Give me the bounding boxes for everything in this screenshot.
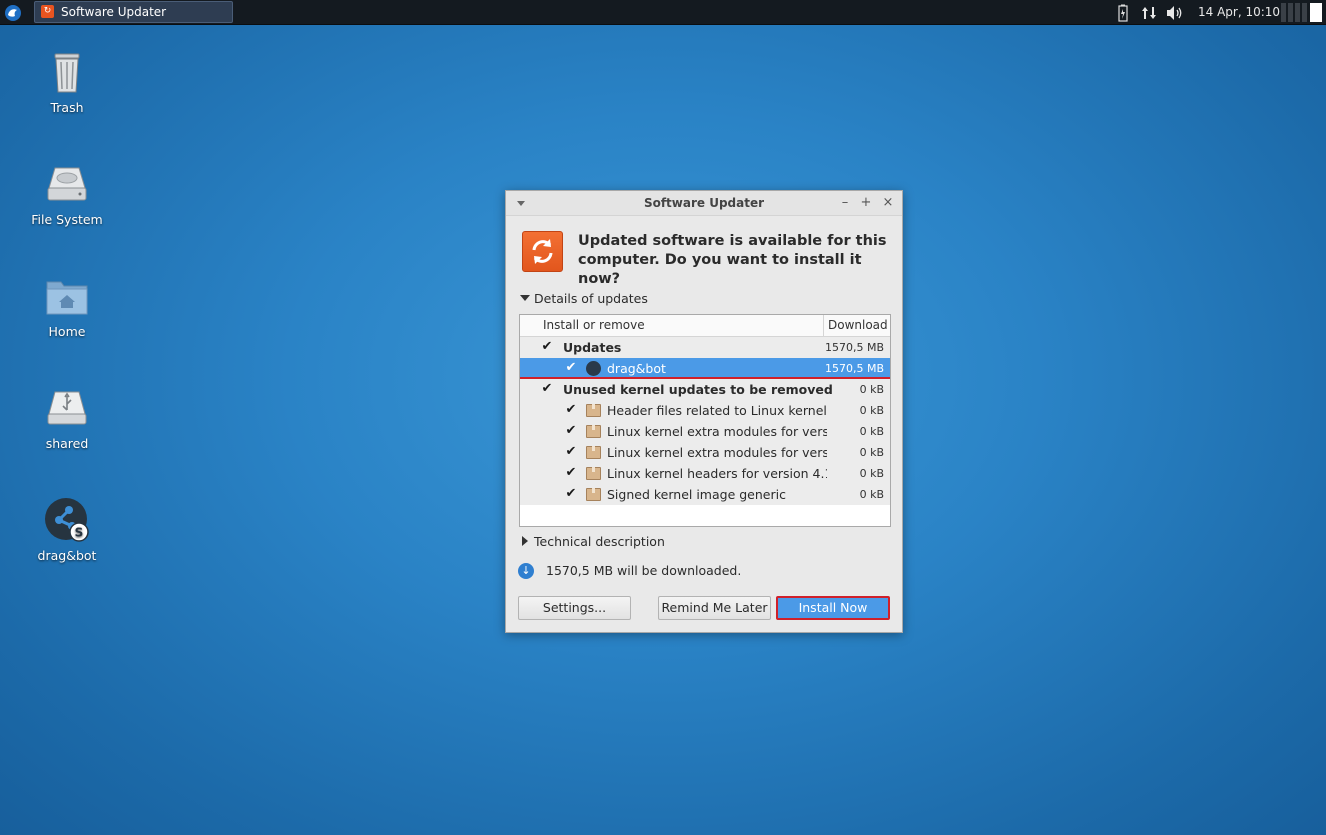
row-label: Updates — [563, 340, 622, 355]
row-size: 0 kB — [859, 467, 884, 480]
taskbar-button-software-updater[interactable]: ↻ Software Updater — [34, 1, 233, 23]
workspace-3[interactable] — [1295, 3, 1300, 22]
update-available-icon — [522, 231, 563, 272]
clock[interactable]: 14 Apr, 10:10 — [1198, 0, 1280, 25]
tree-row-kernel-item[interactable]: ✔ Signed kernel image generic 0 kB — [520, 484, 890, 505]
workspace-active[interactable] — [1310, 3, 1322, 22]
dragandbot-small-icon — [586, 361, 601, 376]
taskbar-button-label: Software Updater — [61, 5, 167, 19]
row-label: Linux kernel headers for version 4.1... — [607, 466, 827, 481]
workspace-4[interactable] — [1302, 3, 1307, 22]
hard-drive-icon — [43, 160, 91, 208]
desktop-icon-label: Home — [48, 324, 86, 339]
top-panel: ↻ Software Updater 14 Apr, 10:10 — [0, 0, 1326, 25]
settings-button[interactable]: Settings... — [518, 596, 631, 620]
row-checkbox[interactable]: ✔ — [564, 445, 578, 459]
volume-icon[interactable] — [1164, 0, 1186, 25]
header-line-2: computer. Do you want to install it now? — [578, 252, 862, 287]
download-icon: ↓ — [518, 563, 534, 579]
row-size: 0 kB — [859, 446, 884, 459]
row-size: 0 kB — [859, 383, 884, 396]
details-label: Details of updates — [534, 291, 648, 306]
desktop-icon-file-system[interactable]: File System — [22, 160, 112, 227]
row-label: Linux kernel extra modules for versi... — [607, 445, 827, 460]
whisker-menu-icon[interactable] — [2, 2, 24, 23]
desktop-icon-label: shared — [45, 436, 89, 451]
close-icon[interactable]: × — [881, 191, 895, 216]
row-size: 0 kB — [859, 425, 884, 438]
tree-row-dragandbot[interactable]: ✔ drag&bot 1570,5 MB — [520, 358, 890, 379]
minimize-icon[interactable]: – — [838, 191, 852, 216]
usb-drive-icon — [43, 384, 91, 432]
workspace-1[interactable] — [1281, 3, 1286, 22]
network-icon[interactable] — [1139, 0, 1159, 25]
row-size: 1570,5 MB — [824, 341, 884, 354]
tree-row-unused-kernel[interactable]: ✔ Unused kernel updates to be removed 0 … — [520, 379, 890, 400]
package-icon — [586, 425, 601, 438]
desktop-icon-dragandbot[interactable]: S drag&bot — [22, 496, 112, 563]
row-label: Linux kernel extra modules for versi... — [607, 424, 827, 439]
row-checkbox[interactable]: ✔ — [540, 340, 554, 354]
svg-text:S: S — [75, 526, 84, 540]
remind-me-later-button[interactable]: Remind Me Later — [658, 596, 771, 620]
expander-open-icon — [520, 295, 530, 301]
desktop-icon-label: Trash — [50, 100, 84, 115]
package-icon — [586, 404, 601, 417]
updates-tree[interactable]: Install or remove Download ✔ Updates 157… — [519, 314, 891, 527]
dragandbot-icon: S — [43, 496, 91, 544]
tree-header: Install or remove Download — [520, 315, 890, 337]
row-label: drag&bot — [607, 361, 666, 376]
workspace-2[interactable] — [1288, 3, 1293, 22]
row-checkbox[interactable]: ✔ — [564, 424, 578, 438]
row-checkbox[interactable]: ✔ — [564, 487, 578, 501]
row-checkbox[interactable]: ✔ — [564, 466, 578, 480]
package-icon — [586, 467, 601, 480]
tree-row-kernel-item[interactable]: ✔ Linux kernel extra modules for versi..… — [520, 442, 890, 463]
row-checkbox[interactable]: ✔ — [540, 382, 554, 396]
row-checkbox[interactable]: ✔ — [564, 361, 578, 375]
technical-label: Technical description — [534, 534, 665, 549]
details-expander[interactable]: Details of updates — [520, 291, 648, 306]
desktop-icon-label: drag&bot — [37, 548, 97, 563]
desktop-icon-trash[interactable]: Trash — [22, 48, 112, 115]
desktop-icon-home[interactable]: Home — [22, 272, 112, 339]
install-now-button[interactable]: Install Now — [776, 596, 890, 620]
header-line-1: Updated software is available for this — [578, 233, 887, 249]
expander-closed-icon — [522, 536, 528, 546]
row-label: Unused kernel updates to be removed — [563, 382, 833, 397]
tree-row-kernel-item[interactable]: ✔ Header files related to Linux kernel v… — [520, 400, 890, 421]
dialog-titlebar[interactable]: Software Updater – + × — [506, 191, 902, 216]
row-label: Header files related to Linux kernel v..… — [607, 403, 827, 418]
download-info-text: 1570,5 MB will be downloaded. — [546, 563, 742, 578]
row-checkbox[interactable]: ✔ — [564, 403, 578, 417]
column-download[interactable]: Download — [824, 315, 890, 336]
software-updater-icon: ↻ — [41, 5, 54, 18]
maximize-icon[interactable]: + — [859, 191, 873, 216]
tree-row-updates[interactable]: ✔ Updates 1570,5 MB — [520, 337, 890, 358]
package-icon — [586, 446, 601, 459]
tree-row-kernel-item[interactable]: ✔ Linux kernel headers for version 4.1..… — [520, 463, 890, 484]
battery-icon[interactable] — [1115, 0, 1131, 25]
dialog-header-text: Updated software is available for this c… — [578, 232, 888, 289]
software-updater-dialog: Software Updater – + × Updated software … — [505, 190, 903, 633]
tree-row-kernel-item[interactable]: ✔ Linux kernel extra modules for versi..… — [520, 421, 890, 442]
trash-icon — [43, 48, 91, 96]
row-size: 0 kB — [859, 404, 884, 417]
row-size: 0 kB — [859, 488, 884, 501]
column-install-or-remove[interactable]: Install or remove — [520, 315, 824, 336]
desktop-icon-shared[interactable]: shared — [22, 384, 112, 451]
row-size: 1570,5 MB — [824, 362, 884, 375]
row-label: Signed kernel image generic — [607, 487, 786, 502]
package-icon — [586, 488, 601, 501]
desktop-icon-label: File System — [31, 212, 103, 227]
home-folder-icon — [43, 272, 91, 320]
download-info: ↓ 1570,5 MB will be downloaded. — [518, 562, 888, 580]
technical-description-expander[interactable]: Technical description — [520, 534, 665, 549]
